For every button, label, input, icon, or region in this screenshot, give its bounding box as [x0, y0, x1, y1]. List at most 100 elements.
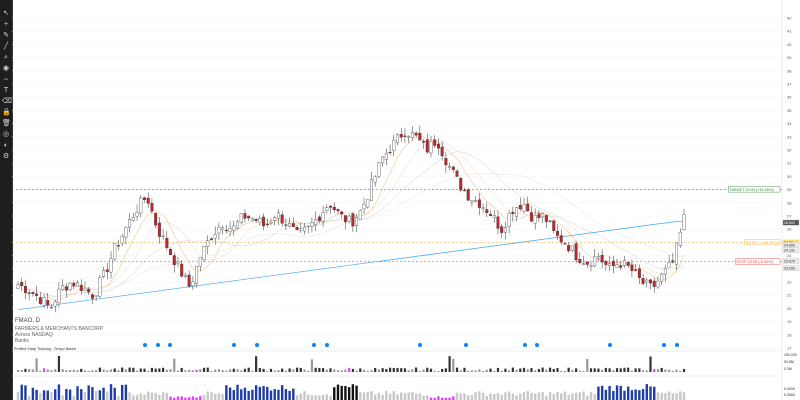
candle-body: [213, 234, 217, 239]
candle-body: [217, 226, 221, 234]
magnet-icon[interactable]: ◉: [2, 65, 10, 73]
oscillator-bar: [541, 392, 544, 400]
oscillator-bar: [206, 391, 209, 400]
oscillator-bar: [135, 394, 139, 400]
oscillator-bar: [269, 390, 273, 400]
eye-icon[interactable]: ◎: [2, 131, 10, 139]
volume-bar: [273, 370, 276, 372]
oscillator-bar: [180, 396, 183, 400]
oscillator-bar: [221, 394, 224, 400]
volume-bar: [441, 368, 444, 372]
oscillator-bar: [251, 389, 254, 400]
oscillator-bar: [35, 389, 38, 400]
volume-bar: [310, 359, 314, 372]
oscillator-bar: [533, 393, 537, 400]
volume-bar: [656, 369, 660, 372]
volume-bar: [91, 370, 94, 372]
measure-icon[interactable]: ⇔: [2, 76, 10, 84]
candle-body: [392, 139, 396, 151]
event-marker: [535, 343, 539, 347]
volume-bar: [660, 367, 663, 372]
lock-icon[interactable]: 🔒: [2, 109, 11, 117]
candle-body: [102, 270, 106, 277]
oscillator-bar: [165, 392, 169, 400]
candle-body: [321, 212, 325, 222]
candles: [16, 125, 686, 313]
volume-bar: [321, 368, 325, 372]
price-tick-label: 27: [787, 214, 792, 219]
volume-bar: [35, 358, 38, 372]
oscillator-bar: [321, 395, 325, 400]
oscillator-bar: [143, 394, 146, 400]
oscillator-bar: [653, 386, 656, 400]
volume-bar: [288, 368, 291, 372]
oscillator-bar: [236, 384, 239, 400]
candle-body: [329, 206, 333, 208]
volume-bar: [649, 356, 652, 372]
candle-body: [366, 199, 370, 208]
oscillator-bar: [400, 392, 403, 400]
volume-bar: [240, 370, 243, 372]
sma-line: [17, 151, 685, 297]
settings-icon[interactable]: ⚙: [2, 153, 10, 161]
symbol-ticker: FMAO, D: [15, 318, 40, 324]
volume-bar: [199, 369, 202, 372]
trash-icon[interactable]: 🗑: [2, 120, 11, 128]
crosshair-icon[interactable]: +: [2, 21, 10, 29]
oscillator-bar: [388, 393, 392, 400]
candle-body: [492, 215, 496, 218]
text-icon[interactable]: T: [2, 87, 10, 95]
cursor-icon[interactable]: ↖: [2, 10, 10, 18]
price-chart[interactable]: TARGET 29.00 (+16.05%) ENTRY LOW 25.00 STO…: [12, 0, 800, 400]
oscillator-bar: [452, 396, 455, 400]
candle-body: [23, 286, 27, 294]
oscillator-bar: [258, 386, 262, 400]
eraser-icon[interactable]: ⌫: [2, 98, 12, 106]
candle-body: [358, 209, 362, 220]
volume-bar: [433, 370, 436, 372]
pencil-icon[interactable]: ✎: [2, 32, 10, 40]
volume-bar: [359, 368, 362, 372]
volume-bar: [76, 370, 79, 372]
oscillator-bar: [682, 392, 686, 400]
palette-icon[interactable]: ◐: [2, 142, 10, 150]
volume-bar: [671, 370, 674, 372]
candle-body: [38, 297, 42, 304]
volume-bar: [582, 370, 585, 372]
zoom-icon[interactable]: ⌕: [2, 54, 10, 62]
oscillator-bar: [619, 385, 622, 400]
volume-bar: [593, 368, 596, 372]
oscillator-bar: [612, 390, 615, 400]
candle-body: [180, 263, 184, 277]
volume-bar: [195, 369, 198, 372]
candle-body: [649, 279, 652, 284]
price-tick-label: 33: [787, 134, 792, 139]
oscillator-bar: [411, 392, 414, 400]
axis-badge-label: 24.131: [784, 249, 795, 253]
oscillator-bar: [50, 391, 53, 400]
candle-body: [206, 240, 210, 247]
oscillator-bar: [504, 392, 507, 400]
volume-bar: [604, 367, 607, 372]
oscillator-bar: [545, 395, 548, 400]
oscillator-bar: [667, 391, 671, 400]
oscillator-bar: [161, 392, 165, 400]
candle-body: [314, 219, 318, 226]
oscillator-bar: [463, 393, 466, 400]
oscillator-bar: [280, 385, 284, 400]
oscillator-bar: [481, 392, 485, 400]
oscillator-bar: [147, 391, 150, 400]
trendline-icon[interactable]: ╱: [2, 43, 10, 51]
volume-bar: [117, 370, 120, 372]
candle-body: [124, 227, 128, 238]
candle-body: [169, 249, 173, 255]
oscillator-bar: [254, 385, 258, 400]
candle-body: [280, 214, 284, 224]
volume-bar: [39, 370, 42, 372]
candle-body: [604, 260, 608, 265]
candle-body: [176, 261, 180, 264]
volume-pane-label: Profiled Vwap Tracking - Tempo Based: [14, 347, 76, 351]
volume-bar: [563, 370, 567, 372]
candle-body: [455, 170, 459, 177]
candle-body: [131, 217, 135, 221]
